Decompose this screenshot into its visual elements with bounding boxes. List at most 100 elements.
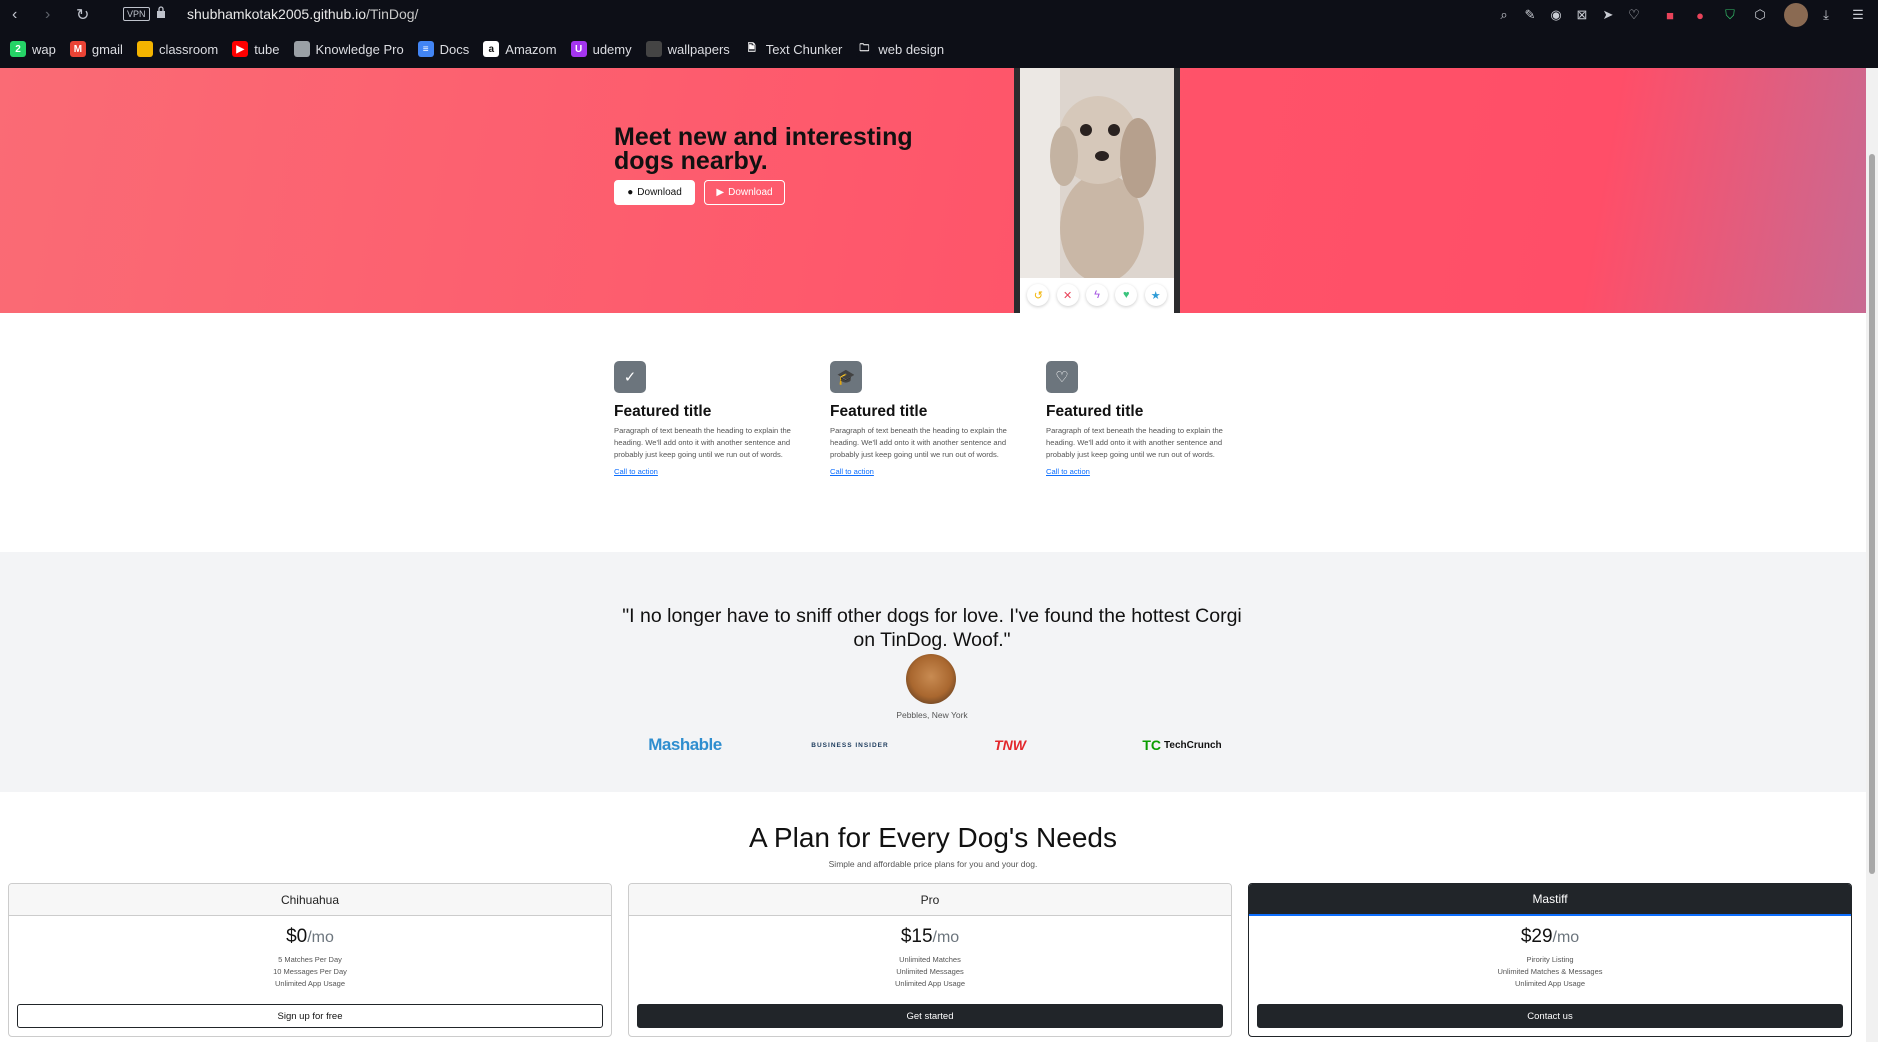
forward-icon[interactable]: › bbox=[45, 5, 50, 25]
plan-button[interactable]: Get started bbox=[637, 1004, 1223, 1028]
bookmark-label: Text Chunker bbox=[765, 41, 843, 57]
page-scrollbar[interactable] bbox=[1866, 68, 1878, 1042]
url-path: /TinDog/ bbox=[366, 6, 419, 22]
download-play-label: Download bbox=[728, 187, 773, 198]
bookmark-label: tube bbox=[254, 41, 280, 57]
plan-button[interactable]: Sign up for free bbox=[17, 1004, 603, 1028]
plan-price-amount: $15 bbox=[900, 926, 933, 947]
plan-name: Chihuahua bbox=[9, 884, 611, 916]
feature-call-to-action-link[interactable]: Call to action bbox=[1046, 467, 1090, 476]
plan-feature-list: 5 Matches Per Day 10 Messages Per Day Unli… bbox=[9, 954, 611, 990]
wallpapers-icon bbox=[645, 41, 662, 57]
rewind-icon: ↺ bbox=[1027, 284, 1050, 306]
plan-feature: Unlimited Messages bbox=[896, 967, 964, 976]
pricing-card-mastiff: Mastiff $29/mo Pirority Listing Unlimited M… bbox=[1248, 883, 1852, 1037]
scrollbar-thumb[interactable] bbox=[1869, 154, 1875, 874]
pricing-card-pro: Pro $15/mo Unlimited Matches Unlimited Mess… bbox=[628, 883, 1232, 1037]
pricing-title: A Plan for Every Dog's Needs bbox=[749, 822, 1117, 853]
heart-arrow-icon: ♡ bbox=[1046, 361, 1078, 393]
feature-call-to-action-link[interactable]: Call to action bbox=[614, 467, 658, 476]
url-host: shubhamkotak2005.github.io bbox=[187, 6, 367, 22]
reload-icon[interactable]: ↻ bbox=[76, 5, 89, 25]
feature-text: Paragraph of text beneath the heading to… bbox=[1046, 426, 1223, 459]
plan-price-amount: $29 bbox=[1520, 926, 1553, 947]
plan-price: $0/mo bbox=[9, 926, 611, 948]
dog-photo bbox=[1020, 68, 1174, 278]
send-icon[interactable]: ➤ bbox=[1598, 5, 1618, 25]
plan-price: $29/mo bbox=[1249, 926, 1851, 948]
gmail-icon: M bbox=[69, 41, 86, 57]
shield-icon[interactable]: ⛉ bbox=[1720, 5, 1740, 25]
knowledge-pro-icon bbox=[293, 41, 310, 57]
close-tab-icon[interactable]: ⊠ bbox=[1572, 5, 1592, 25]
camera-icon[interactable]: ◉ bbox=[1546, 5, 1566, 25]
plan-button[interactable]: Contact us bbox=[1257, 1004, 1843, 1028]
browser-toolbar: ‹ › ↻ VPN shubhamkotak2005.github.io/Tin… bbox=[0, 0, 1878, 30]
feature-text: Paragraph of text beneath the heading to… bbox=[830, 426, 1007, 459]
plan-feature-list: Pirority Listing Unlimited Matches & Mess… bbox=[1249, 954, 1851, 990]
youtube-icon: ▶ bbox=[232, 41, 249, 57]
download-play-button[interactable]: ▶ Download bbox=[704, 180, 785, 205]
bookmark-9[interactable]: 🗎 Text Chunker bbox=[743, 41, 843, 57]
plan-feature: Unlimited Matches bbox=[899, 955, 961, 964]
bookmark-label: Knowledge Pro bbox=[315, 41, 404, 57]
bookmark-4[interactable]: Knowledge Pro bbox=[293, 41, 404, 57]
feature-card: ✓ Featured title Paragraph of text beneath… bbox=[614, 361, 804, 479]
profile-avatar[interactable] bbox=[1784, 3, 1808, 27]
plan-feature: Unlimited App Usage bbox=[894, 979, 966, 988]
graduation-cap-icon: 🎓 bbox=[830, 361, 862, 393]
bookmark-0[interactable]: 2 wap bbox=[10, 41, 56, 57]
plan-name: Pro bbox=[629, 884, 1231, 916]
address-bar[interactable]: shubhamkotak2005.github.io/TinDog/ bbox=[187, 6, 418, 22]
whatsapp-icon: 2 bbox=[10, 41, 26, 57]
bookmark-label: gmail bbox=[91, 41, 123, 57]
plan-name: Mastiff bbox=[1249, 884, 1851, 916]
bookmark-label: web design bbox=[878, 41, 945, 57]
bookmark-label: wap bbox=[32, 41, 56, 57]
business-insider-logo-text: BUSINESS INSIDER bbox=[811, 741, 889, 749]
feature-text: Paragraph of text beneath the heading to… bbox=[614, 426, 791, 459]
testimonial-quote: "I no longer have to sniff other dogs fo… bbox=[622, 605, 1242, 651]
feature-call-to-action-link[interactable]: Call to action bbox=[830, 467, 874, 476]
udemy-icon: U bbox=[570, 41, 587, 57]
menu-icon[interactable]: ☰ bbox=[1848, 5, 1868, 25]
play-store-icon: ▶ bbox=[716, 187, 725, 198]
record-icon[interactable]: ● bbox=[1690, 5, 1710, 25]
bookmark-10[interactable]: 🗀 web design bbox=[856, 41, 944, 57]
extension-red-icon[interactable]: ■ bbox=[1660, 5, 1680, 25]
like-icon: ♥ bbox=[1115, 284, 1138, 306]
plan-feature: Unlimited App Usage bbox=[274, 979, 346, 988]
docs-icon: ≡ bbox=[417, 41, 434, 57]
search-icon[interactable]: ⌕ bbox=[1494, 5, 1514, 25]
cube-icon[interactable]: ⬡ bbox=[1750, 5, 1770, 25]
bookmark-8[interactable]: wallpapers bbox=[645, 41, 730, 57]
feature-title: Featured title bbox=[614, 403, 712, 420]
lock-icon[interactable] bbox=[156, 6, 166, 19]
vpn-badge[interactable]: VPN bbox=[123, 7, 150, 21]
download-icon[interactable]: ⤓ bbox=[1816, 5, 1836, 25]
mashable-logo-text: Mashable bbox=[648, 735, 722, 754]
bookmark-5[interactable]: ≡ Docs bbox=[417, 41, 469, 57]
edit-icon[interactable]: ✎ bbox=[1520, 5, 1540, 25]
feature-card: ♡ Featured title Paragraph of text beneath… bbox=[1046, 361, 1236, 479]
check-circle-icon: ✓ bbox=[614, 361, 646, 393]
bookmark-6[interactable]: a Amazom bbox=[483, 41, 557, 57]
feature-card: 🎓 Featured title Paragraph of text beneath… bbox=[830, 361, 1020, 479]
testimonial-section: "I no longer have to sniff other dogs fo… bbox=[0, 552, 1866, 792]
plan-price-period: /mo bbox=[932, 929, 960, 946]
bookmark-2[interactable]: classroom bbox=[136, 41, 219, 57]
bookmark-label: classroom bbox=[158, 41, 219, 57]
bookmark-1[interactable]: Mgmail bbox=[69, 41, 123, 57]
plan-price-amount: $0 bbox=[286, 926, 308, 947]
bookmark-label: udemy bbox=[592, 41, 632, 57]
bookmark-3[interactable]: ▶ tube bbox=[232, 41, 280, 57]
plan-feature-list: Unlimited Matches Unlimited Messages Unlim… bbox=[629, 954, 1231, 990]
dislike-icon: ✕ bbox=[1056, 284, 1079, 306]
press-logo-techcrunch: TC TechCrunch bbox=[1122, 732, 1242, 758]
bookmark-7[interactable]: Uudemy bbox=[570, 41, 632, 57]
back-icon[interactable]: ‹ bbox=[12, 5, 17, 25]
heart-icon[interactable]: ♡ bbox=[1624, 5, 1644, 25]
pricing-section: A Plan for Every Dog's Needs Simple and … bbox=[0, 792, 1866, 1042]
download-apple-button[interactable]: ● Download bbox=[614, 180, 695, 205]
plan-price-period: /mo bbox=[1552, 929, 1580, 946]
